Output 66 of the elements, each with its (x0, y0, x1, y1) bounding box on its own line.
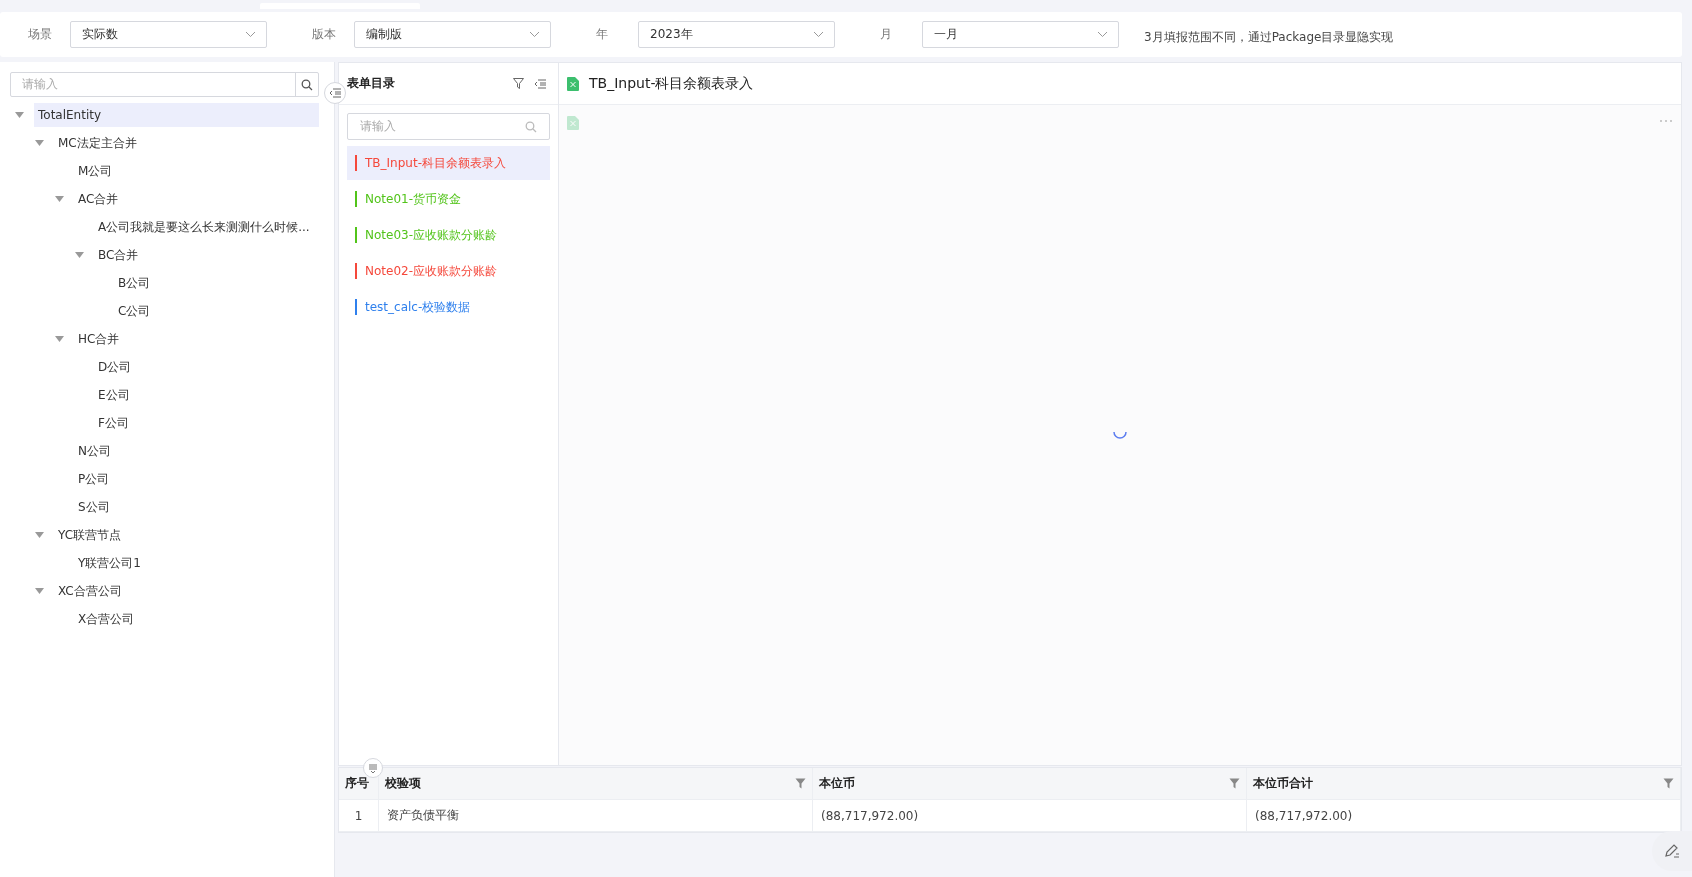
chevron-down-icon (529, 31, 540, 38)
edit-button[interactable] (1652, 831, 1692, 871)
filter-icon[interactable] (1663, 778, 1674, 789)
caret-icon[interactable] (55, 196, 64, 202)
tree-item[interactable]: TotalEntity (34, 103, 319, 127)
caret-icon[interactable] (15, 112, 24, 118)
chevron-down-icon (1097, 31, 1108, 38)
search-icon (301, 78, 313, 91)
tree-item[interactable]: X合营公司 (74, 607, 139, 631)
table-cell: 1 (339, 800, 379, 831)
filter-select[interactable]: 一月 (922, 21, 1119, 48)
tree-item[interactable]: A公司我就是要这么长来测测什么时候... (94, 215, 314, 239)
tree-item[interactable]: N公司 (74, 439, 115, 463)
column-header: 本位币 (813, 768, 1247, 799)
form-title: TB_Input-科目余额表录入 (589, 74, 755, 93)
filter-icon[interactable] (513, 78, 524, 89)
tree-item[interactable]: S公司 (74, 495, 114, 519)
filter-select[interactable]: 实际数 (70, 21, 267, 48)
tree-item[interactable]: XC合营公司 (54, 579, 126, 603)
collapse-handle[interactable] (324, 82, 346, 104)
filter-label: 年 (596, 26, 609, 43)
filter-label: 月 (880, 26, 893, 43)
loading-spinner-icon (1113, 431, 1127, 439)
table-cell: (88,717,972.00) (813, 800, 1247, 831)
chevron-down-icon (813, 31, 824, 38)
spreadsheet-icon (567, 76, 579, 91)
filter-select[interactable]: 2023年 (638, 21, 835, 48)
collapse-icon (329, 88, 341, 98)
tree-item[interactable]: M公司 (74, 159, 117, 183)
grip-icon (368, 763, 378, 773)
tree-item[interactable]: E公司 (94, 383, 134, 407)
caret-icon[interactable] (75, 252, 84, 258)
filter-note: 3月填报范围不同，通过Package目录显隐实现 (1144, 29, 1394, 46)
table-cell: 资产负债平衡 (379, 800, 813, 831)
column-header: 校验项 (379, 768, 813, 799)
caret-icon[interactable] (35, 588, 44, 594)
caret-icon[interactable] (35, 140, 44, 146)
filter-icon[interactable] (1229, 778, 1240, 789)
caret-icon[interactable] (35, 532, 44, 538)
column-header: 序号 (339, 768, 379, 799)
tree-item[interactable]: YC联营节点 (54, 523, 126, 547)
tree-item[interactable]: BC合并 (94, 243, 143, 267)
tree-item[interactable]: Y联营公司1 (74, 551, 145, 575)
form-item[interactable]: test_calc-校验数据 (347, 290, 550, 324)
filter-label: 场景 (28, 26, 53, 43)
filter-icon[interactable] (795, 778, 806, 789)
panel-title: 表单目录 (347, 75, 396, 92)
chevron-down-icon (245, 31, 256, 38)
pencil-icon (1664, 843, 1680, 859)
caret-icon[interactable] (55, 336, 64, 342)
collapse-icon (534, 78, 546, 89)
tree-item[interactable]: P公司 (74, 467, 114, 491)
tree-item[interactable]: MC法定主合并 (54, 131, 141, 155)
tree-item[interactable]: C公司 (114, 299, 155, 323)
filter-label: 版本 (312, 26, 337, 43)
more-icon[interactable] (1659, 119, 1673, 123)
tree-item[interactable]: D公司 (94, 355, 136, 379)
tree-item[interactable]: HC合并 (74, 327, 124, 351)
form-item[interactable]: Note02-应收账款分账龄 (347, 254, 550, 288)
tree-item[interactable]: B公司 (114, 271, 155, 295)
column-header: 本位币合计 (1247, 768, 1681, 799)
spreadsheet-icon (567, 116, 579, 130)
tree-item[interactable]: AC合并 (74, 187, 123, 211)
tree-item[interactable]: F公司 (94, 411, 133, 435)
filter-select[interactable]: 编制版 (354, 21, 551, 48)
search-icon (525, 120, 537, 133)
